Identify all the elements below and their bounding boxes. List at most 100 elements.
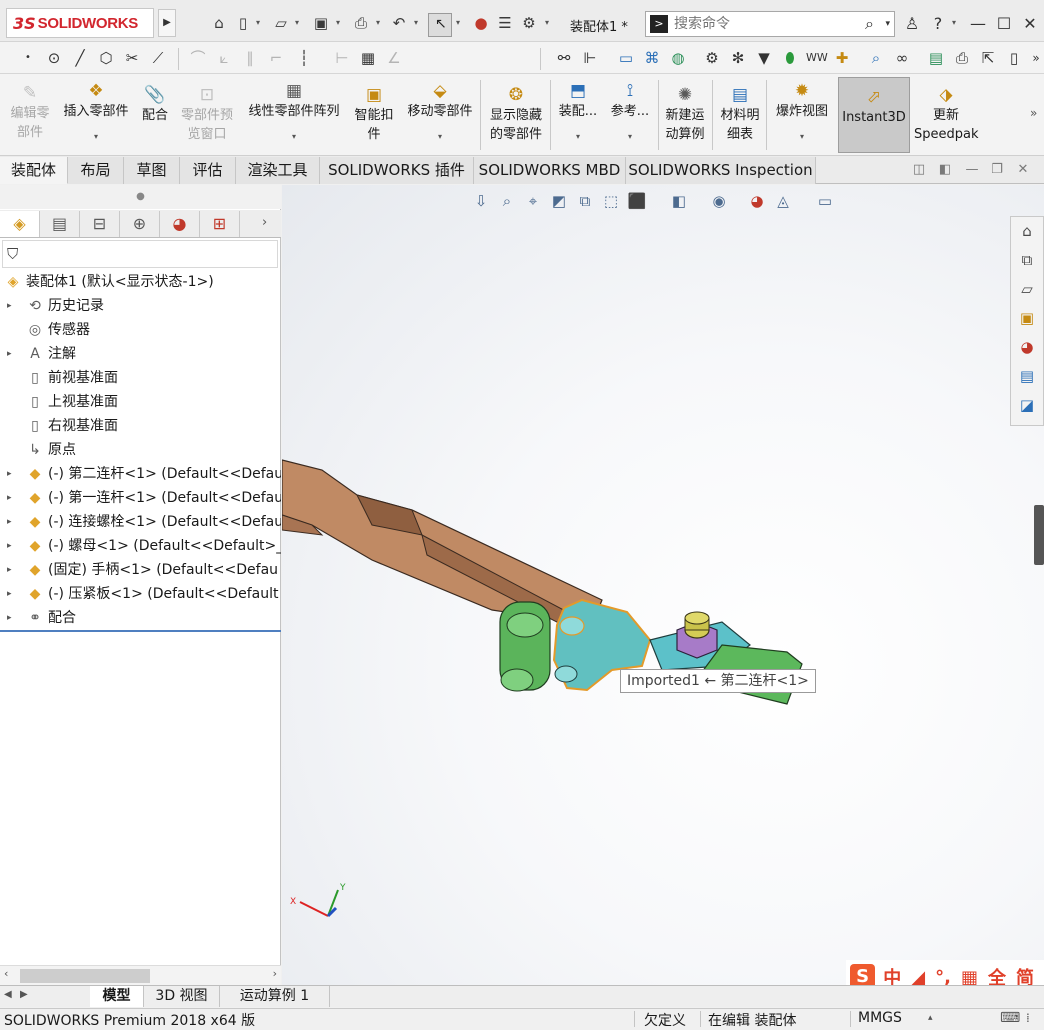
tab-render-tools[interactable]: 渲染工具 [236, 157, 320, 184]
tree-item[interactable]: ▯ 右视基准面 [0, 414, 281, 438]
zoom-to-area-icon[interactable]: ⌕ [496, 191, 518, 211]
tree-root-assembly[interactable]: ◈ 装配体1 (默认<显示状态-1>) [0, 270, 281, 294]
line-icon[interactable]: ╱ [70, 49, 90, 67]
tree-expand-icon[interactable]: ▸ [7, 486, 12, 510]
globe-icon[interactable]: ◍ [668, 49, 688, 67]
smart-fasteners-button[interactable]: ▣ 智能扣 件 [350, 86, 398, 144]
offset-icon[interactable]: ∥ [240, 49, 260, 67]
file-explorer-icon[interactable]: ▱ [1015, 277, 1039, 301]
tree-expand-icon[interactable]: ▸ [7, 294, 12, 318]
tab-layout[interactable]: 布局 [68, 157, 124, 184]
tile-right-icon[interactable]: ◧ [937, 162, 953, 177]
search-input[interactable] [674, 14, 854, 34]
tree-item[interactable]: ▸ ◆ (-) 第一连杆<1> (Default<<Defau [0, 486, 281, 510]
move-component-dropdown-icon[interactable]: ▾ [402, 133, 478, 141]
handle-part[interactable] [282, 459, 603, 636]
tree-item[interactable]: ▸ ◆ (-) 连接螺栓<1> (Default<<Defau [0, 510, 281, 534]
tree-horizontal-scrollbar[interactable]: ‹ › [0, 965, 281, 985]
close-icon[interactable]: ✕ [1020, 14, 1040, 33]
tree-item[interactable]: ↳ 原点 [0, 438, 281, 462]
tree-expand-icon[interactable]: ▸ [7, 462, 12, 486]
new-dropdown-icon[interactable]: ▾ [256, 18, 264, 27]
tree-item[interactable]: ▸ A 注解 [0, 342, 281, 366]
undo-dropdown-icon[interactable]: ▾ [414, 18, 422, 27]
home-icon[interactable]: ⌂ [210, 14, 228, 32]
previous-view-icon[interactable]: ⌖ [522, 191, 544, 211]
custom-properties-icon[interactable]: ▤ [1015, 364, 1039, 388]
tree-expand-icon[interactable]: ▸ [7, 342, 12, 366]
view-orientation-icon[interactable]: ⬚ [600, 191, 622, 211]
tree-item[interactable]: ▸ ⟲ 历史记录 [0, 294, 281, 318]
view-settings-icon[interactable]: ◬ [772, 191, 794, 211]
scroll-thumb[interactable] [20, 969, 150, 983]
doc-minimize-icon[interactable]: — [964, 162, 980, 177]
search-icon[interactable]: ⌕ [865, 14, 874, 34]
design-library-icon[interactable]: ⧉ [1015, 248, 1039, 272]
tab-model[interactable]: 模型 [90, 986, 144, 1007]
viewport-edge-handle[interactable] [1034, 505, 1044, 565]
configuration-manager-tab-icon[interactable]: ⊟ [80, 211, 120, 237]
save-dropdown-icon[interactable]: ▾ [336, 18, 344, 27]
dynamic-annotation-icon[interactable]: ⧉ [574, 191, 596, 211]
property-manager-tab-icon[interactable]: ▤ [40, 211, 80, 237]
tile-left-icon[interactable]: ◫ [911, 162, 927, 177]
insert-components-dropdown-icon[interactable]: ▾ [58, 133, 134, 141]
tree-expand-icon[interactable]: ▸ [7, 510, 12, 534]
scroll-right-icon[interactable]: › [273, 967, 277, 980]
toolbar-overflow-icon[interactable]: » [1026, 49, 1044, 67]
move-component-button[interactable]: ⬙ 移动零部件 ▾ [402, 82, 478, 141]
solidworks-forum-icon[interactable]: ◪ [1015, 393, 1039, 417]
tab-motion-study-1[interactable]: 运动算例 1 [220, 986, 330, 1007]
exploded-view-button[interactable]: ✹ 爆炸视图 ▾ [770, 82, 834, 141]
tree-item[interactable]: ▯ 前视基准面 [0, 366, 281, 390]
network-icon[interactable]: ⌘ [642, 49, 662, 67]
dimxpert-tab-icon[interactable]: ⊕ [120, 211, 160, 237]
point-icon[interactable]: • [18, 49, 38, 67]
open-dropdown-icon[interactable]: ▾ [295, 18, 303, 27]
scroll-left-icon[interactable]: ‹ [4, 967, 8, 980]
linear-dimension-icon[interactable]: ⊢ [332, 49, 352, 67]
undo-icon[interactable]: ↶ [390, 14, 408, 32]
polygon-icon[interactable]: ⬡ [96, 49, 116, 67]
tab-evaluate[interactable]: 评估 [180, 157, 236, 184]
link-icon[interactable]: ⚯ [554, 49, 574, 67]
user-account-icon[interactable]: ♙ [902, 14, 922, 33]
tree-item[interactable]: ▸ ◆ (-) 螺母<1> (Default<<Default>_ [0, 534, 281, 558]
monitor-icon[interactable]: ▭ [616, 49, 636, 67]
tree-expand-icon[interactable]: ▸ [7, 534, 12, 558]
command-manager-overflow-icon[interactable]: » [1030, 106, 1037, 120]
nut-and-bolt-part[interactable] [676, 611, 718, 659]
traffic-light-icon[interactable]: ● [472, 14, 490, 32]
cam-tab-icon[interactable]: ⊞ [200, 211, 240, 237]
first-link-part[interactable] [499, 601, 551, 692]
settings-cog-icon[interactable]: ⚙ [702, 49, 722, 67]
tab-3d-view[interactable]: 3D 视图 [144, 986, 220, 1007]
tab-solidworks-mbd[interactable]: SOLIDWORKS MBD [474, 157, 626, 184]
linear-pattern-dropdown-icon[interactable]: ▾ [242, 133, 346, 141]
tab-solidworks-inspection[interactable]: SOLIDWORKS Inspection [626, 157, 816, 184]
status-overflow-icon[interactable]: ⁞ [1026, 1011, 1030, 1025]
maximize-icon[interactable]: ☐ [994, 14, 1014, 33]
location-pin-icon[interactable]: ⬮ [780, 49, 800, 67]
excel-icon[interactable]: ▤ [926, 49, 946, 67]
bottom-tabs-scroll-left-icon[interactable]: ◀ [4, 989, 12, 1000]
tree-item[interactable]: ▸ ◆ (固定) 手柄<1> (Default<<Defau [0, 558, 281, 582]
help-icon[interactable]: ? [928, 14, 948, 33]
select-dropdown-icon[interactable]: ▾ [456, 18, 464, 27]
display-pane-icon[interactable]: ▭ [814, 191, 836, 211]
bill-of-materials-button[interactable]: ▤ 材料明 细表 [716, 86, 764, 144]
tab-assembly[interactable]: 装配体 [0, 157, 68, 184]
status-units[interactable]: MMGS [858, 1010, 902, 1026]
binoculars-icon[interactable]: ∞ [892, 49, 912, 67]
align-icon[interactable]: ⊩ [580, 49, 600, 67]
mate-button[interactable]: 📎 配合 [138, 86, 172, 125]
tab-sketch[interactable]: 草图 [124, 157, 180, 184]
tab-solidworks-addins[interactable]: SOLIDWORKS 插件 [320, 157, 474, 184]
printer-icon[interactable]: ⎙ [952, 49, 972, 67]
panel-resize-grip[interactable]: ● [0, 185, 281, 209]
edit-component-button[interactable]: ✎ 编辑零 部件 [4, 84, 56, 142]
minimize-icon[interactable]: — [968, 14, 988, 33]
bottom-tabs-scroll-right-icon[interactable]: ▶ [20, 989, 28, 1000]
manager-tabs-scroll-icon[interactable]: › [262, 215, 267, 230]
tree-item[interactable]: ▯ 上视基准面 [0, 390, 281, 414]
